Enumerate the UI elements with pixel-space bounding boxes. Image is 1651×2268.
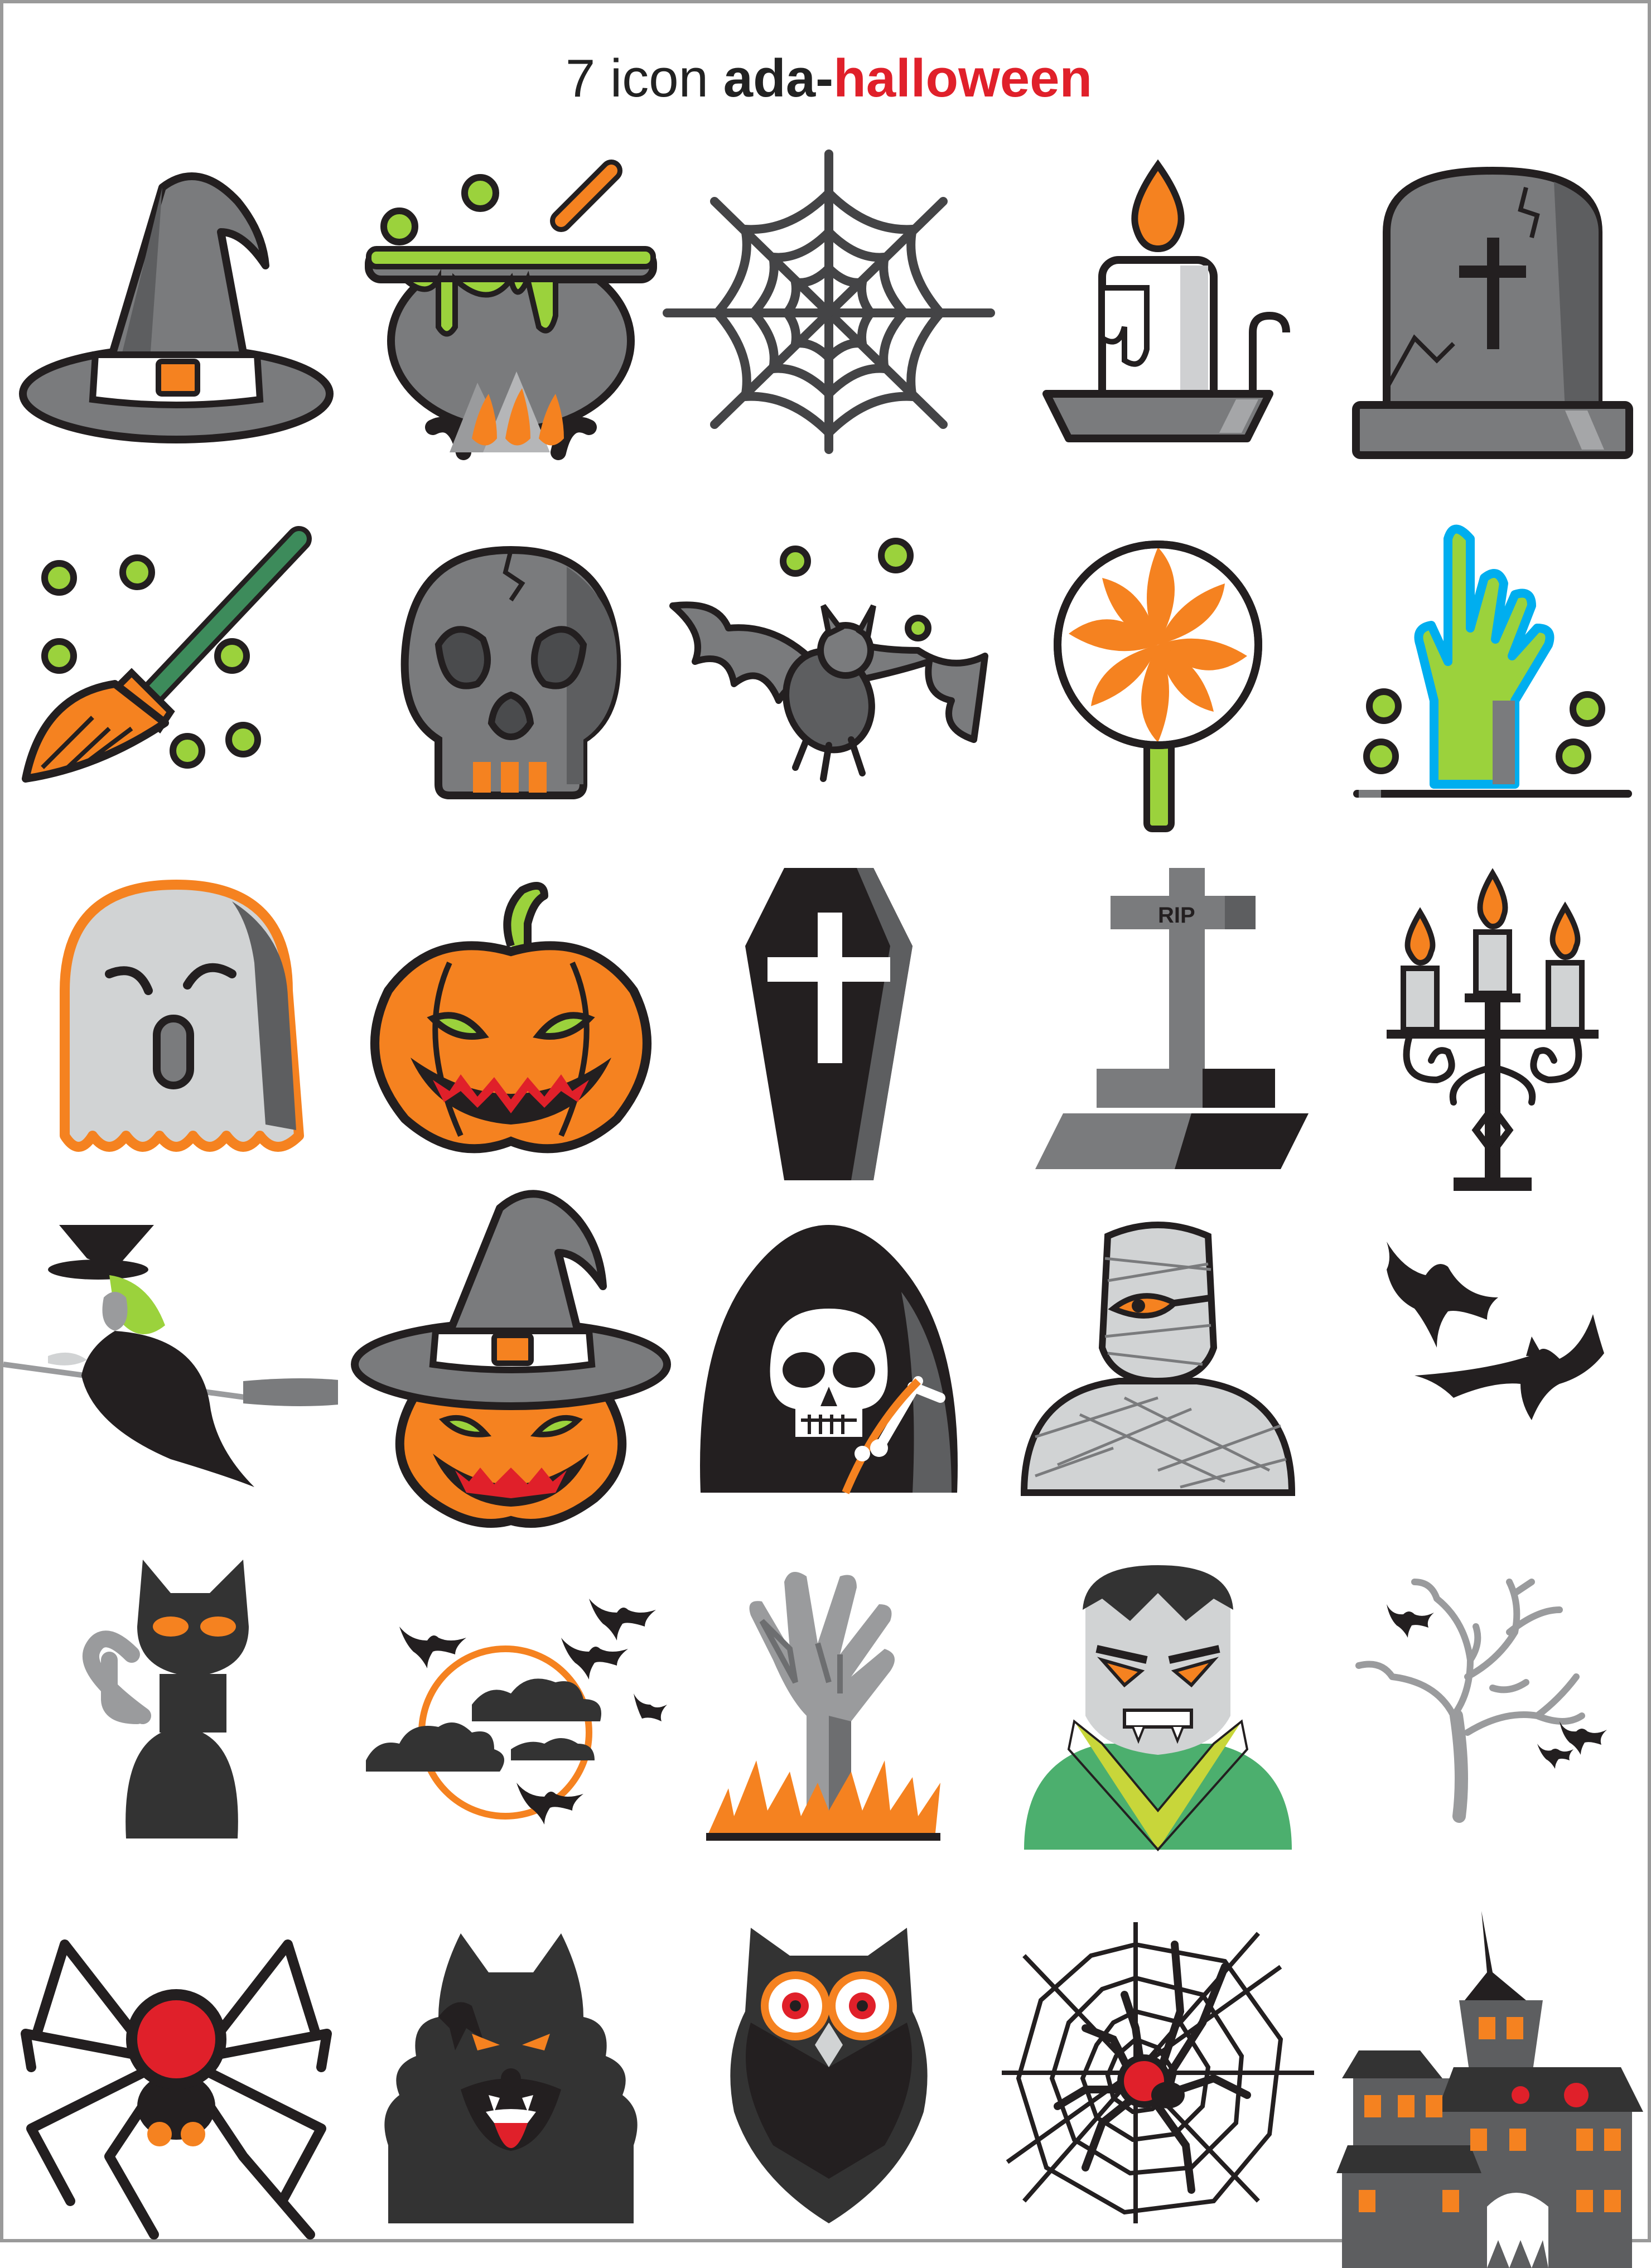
rip-cross-icon[interactable]: RIP xyxy=(991,868,1325,1225)
candle-holder-icon[interactable] xyxy=(991,148,1325,505)
spider-on-web-icon[interactable] xyxy=(991,1911,1325,2268)
coffin-icon[interactable] xyxy=(662,868,996,1225)
bat-icon[interactable] xyxy=(662,517,996,874)
witch-hat-icon[interactable] xyxy=(9,148,344,505)
icon-grid: RIP xyxy=(3,3,1651,2268)
jack-o-lantern-icon[interactable] xyxy=(344,868,678,1225)
spider-web-icon[interactable] xyxy=(662,148,996,505)
black-cat-icon[interactable] xyxy=(9,1548,344,1905)
pumpkin-witch-hat-icon[interactable] xyxy=(344,1180,678,1537)
grim-reaper-icon[interactable] xyxy=(662,1214,996,1571)
two-bats-icon[interactable] xyxy=(1325,1214,1651,1571)
haunted-house-icon[interactable] xyxy=(1325,1911,1651,2268)
zombie-hand-fire-icon[interactable] xyxy=(662,1548,996,1905)
dead-tree-bats-icon[interactable] xyxy=(1325,1548,1651,1905)
rip-label: RIP xyxy=(1158,903,1195,928)
zombie-hand-icon[interactable] xyxy=(1325,517,1651,874)
bats-moon-clouds-icon[interactable] xyxy=(344,1548,678,1905)
lollipop-icon[interactable] xyxy=(991,517,1325,874)
spider-icon[interactable] xyxy=(9,1911,344,2268)
icon-sheet: 7 icon ada-halloween RIP xyxy=(0,0,1651,2268)
owl-icon[interactable] xyxy=(662,1911,996,2268)
candelabra-icon[interactable] xyxy=(1325,868,1651,1225)
werewolf-icon[interactable] xyxy=(344,1911,678,2268)
flying-witch-icon[interactable] xyxy=(3,1214,338,1571)
broom-icon[interactable] xyxy=(9,517,344,874)
mummy-icon[interactable] xyxy=(991,1214,1325,1571)
vampire-icon[interactable] xyxy=(991,1548,1325,1905)
ghost-icon[interactable] xyxy=(9,868,344,1225)
tombstone-cross-icon[interactable] xyxy=(1325,148,1651,505)
skull-icon[interactable] xyxy=(344,517,678,874)
cauldron-icon[interactable] xyxy=(344,148,678,505)
